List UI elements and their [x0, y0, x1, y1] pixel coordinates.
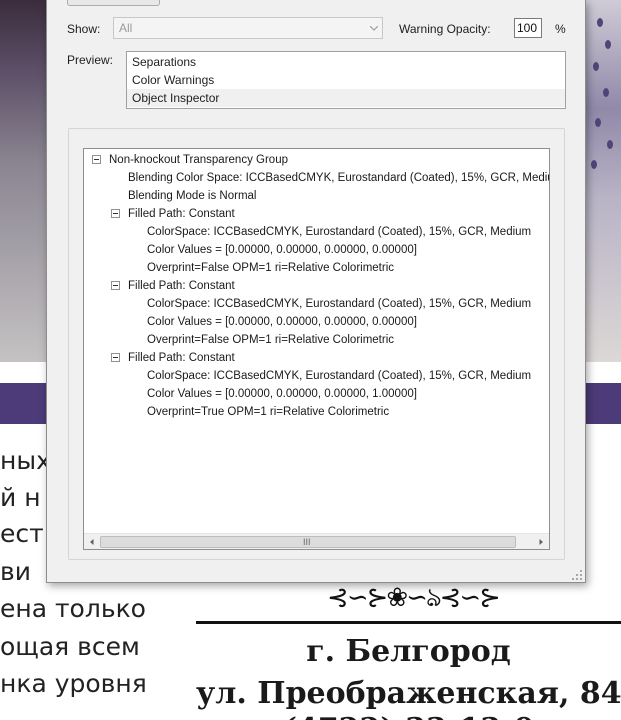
scrollbar-thumb[interactable]: III [100, 536, 516, 548]
warning-opacity-label: Warning Opacity: [399, 22, 491, 36]
warning-opacity-input[interactable]: 100 [514, 18, 542, 38]
background-text-line: ощая всем [0, 632, 140, 661]
collapse-toggle-icon[interactable] [92, 155, 101, 164]
preview-option-separations[interactable]: Separations [127, 53, 565, 71]
show-label: Show: [67, 22, 101, 36]
horizontal-scrollbar[interactable]: III [84, 533, 549, 549]
lavender-flower [607, 140, 613, 149]
scroll-left-arrow-icon[interactable] [84, 534, 100, 550]
background-text-line: нка уровня [0, 669, 147, 698]
tree-node[interactable]: Non-knockout Transparency Group [109, 151, 288, 169]
background-lavender-image [585, 0, 621, 362]
lavender-flower [591, 160, 597, 169]
lavender-flower [603, 88, 609, 97]
object-inspector-tree[interactable]: Non-knockout Transparency Group Blending … [83, 148, 550, 550]
background-text-line: ви [0, 557, 31, 586]
collapse-toggle-icon[interactable] [111, 281, 120, 290]
collapse-toggle-icon[interactable] [111, 353, 120, 362]
tree-leaf[interactable]: Blending Mode is Normal [128, 187, 256, 205]
tree-node[interactable]: Filled Path: Constant [128, 205, 235, 223]
lavender-flower [605, 40, 611, 49]
output-preview-dialog: Show: All Warning Opacity: 100 % Preview… [46, 0, 586, 583]
tree-leaf[interactable]: ColorSpace: ICCBasedCMYK, Eurostandard (… [147, 223, 531, 241]
background-text-line: й н [0, 483, 41, 512]
tree-leaf[interactable]: ColorSpace: ICCBasedCMYK, Eurostandard (… [147, 295, 531, 313]
chevron-down-icon[interactable] [365, 18, 382, 38]
tree-leaf[interactable]: Overprint=False OPM=1 ri=Relative Colori… [147, 331, 394, 349]
tree-leaf[interactable]: Overprint=False OPM=1 ri=Relative Colori… [147, 259, 394, 277]
background-photo-left-edge [0, 0, 48, 362]
address-city: г. Белгород [306, 634, 511, 669]
show-select-value: All [119, 21, 133, 35]
tree-leaf[interactable]: Color Values = [0.00000, 0.00000, 0.0000… [147, 241, 417, 259]
preview-option-object-inspector[interactable]: Object Inspector [127, 89, 565, 107]
tree-leaf[interactable]: Color Values = [0.00000, 0.00000, 0.0000… [147, 313, 417, 331]
tree-node[interactable]: Filled Path: Constant [128, 349, 235, 367]
preview-list[interactable]: Separations Color Warnings Object Inspec… [126, 51, 566, 109]
divider-rule [196, 621, 621, 624]
scrollbar-grip: III [303, 537, 311, 547]
collapse-toggle-icon[interactable] [111, 209, 120, 218]
tree-leaf[interactable]: Overprint=True OPM=1 ri=Relative Colorim… [147, 403, 389, 421]
lavender-flower [597, 18, 603, 27]
background-text-line: ена только [0, 594, 146, 623]
tree-leaf[interactable]: Blending Color Space: ICCBasedCMYK, Euro… [128, 169, 549, 187]
tree-leaf[interactable]: Color Values = [0.00000, 0.00000, 0.0000… [147, 385, 417, 403]
scroll-right-arrow-icon[interactable] [533, 534, 549, 550]
tree-node[interactable]: Filled Path: Constant [128, 277, 235, 295]
percent-label: % [555, 22, 566, 36]
dialog-top-button[interactable] [67, 0, 160, 6]
address-phone: (4722) 33-13-0 [196, 712, 621, 720]
background-text-line: ест [0, 519, 44, 548]
show-select[interactable]: All [113, 17, 383, 39]
address-street: ул. Преображенская, 84 [196, 676, 621, 711]
lavender-flower [595, 118, 601, 127]
preview-label: Preview: [67, 53, 114, 67]
tree-leaf[interactable]: ColorSpace: ICCBasedCMYK, Eurostandard (… [147, 367, 531, 385]
background-text-line: ных [0, 446, 51, 475]
ornament-divider: ⊰∽⊱❀∽ঌ⊰∽⊱ [327, 583, 501, 613]
lavender-flower [593, 62, 599, 71]
preview-option-color-warnings[interactable]: Color Warnings [127, 71, 565, 89]
resize-grip-icon[interactable] [571, 568, 583, 580]
